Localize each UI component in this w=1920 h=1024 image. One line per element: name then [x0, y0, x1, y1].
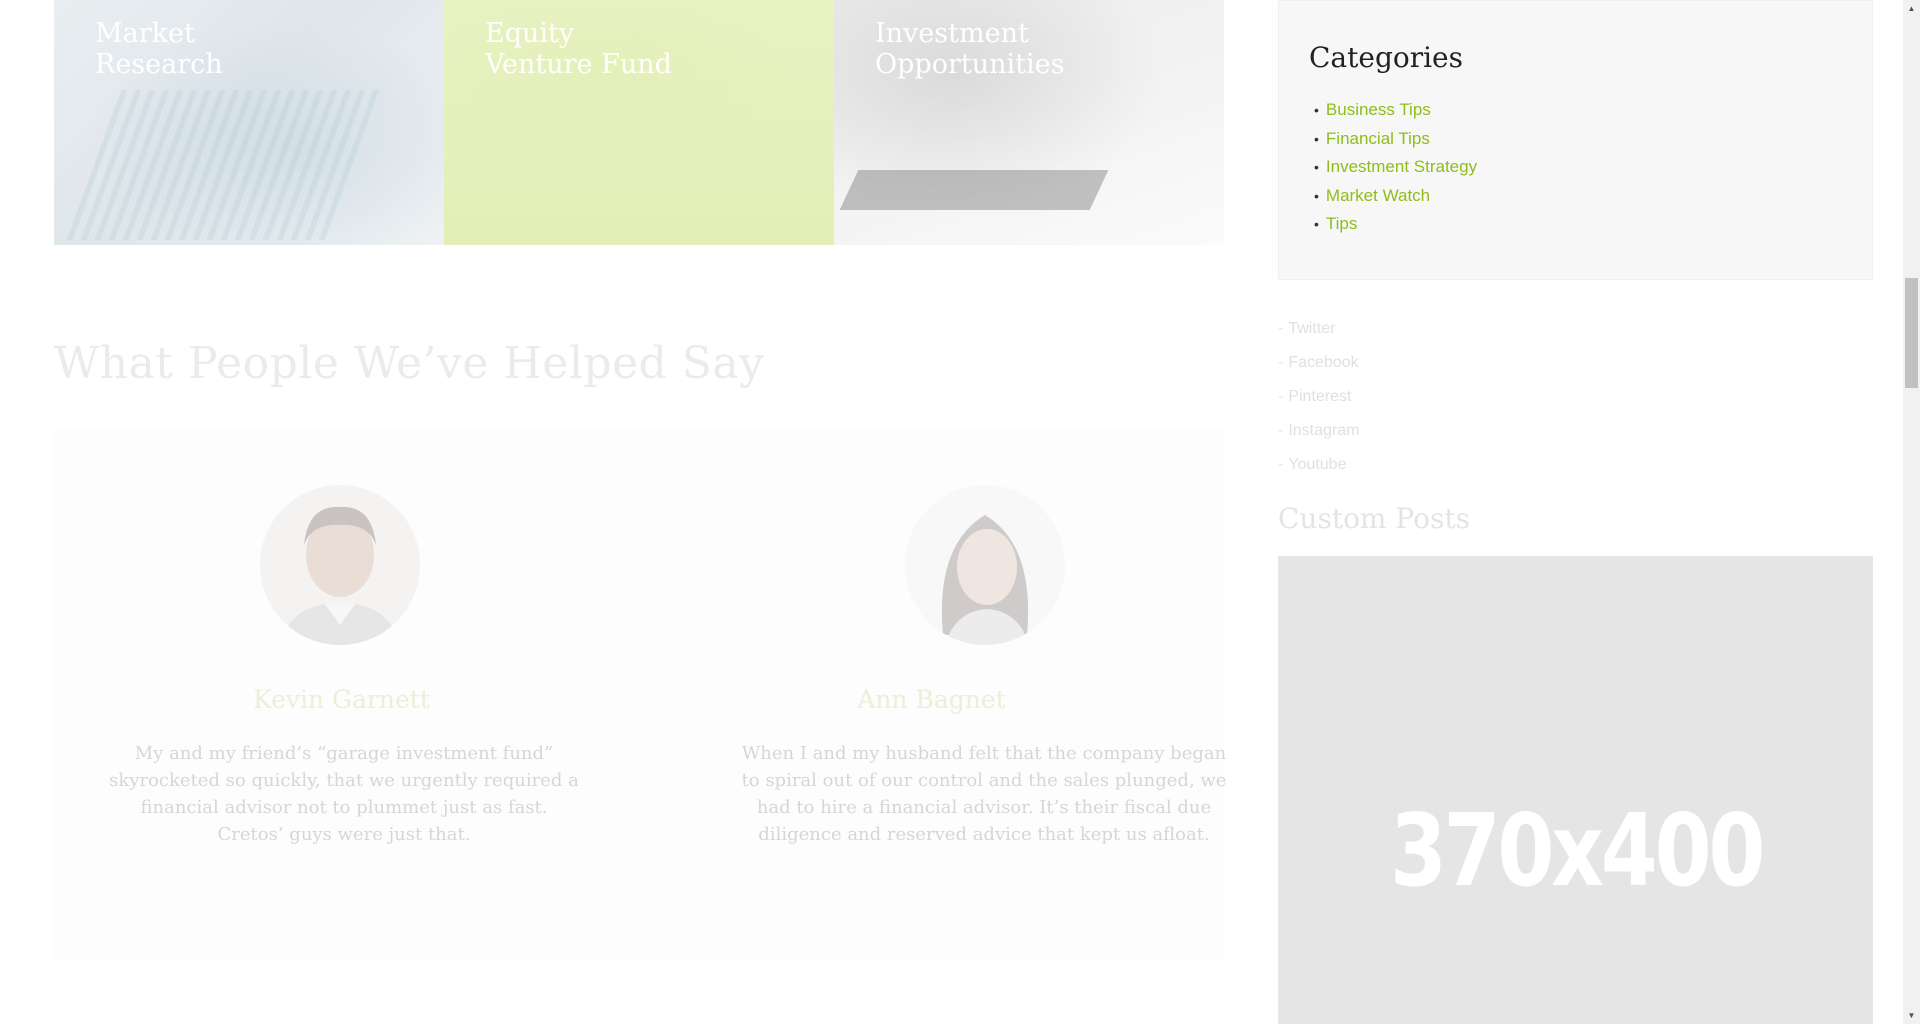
- list-item: • Business Tips: [1314, 96, 1477, 125]
- list-item: - Pinterest: [1278, 380, 1359, 414]
- social-link-pinterest[interactable]: Pinterest: [1288, 388, 1351, 406]
- list-item: - Twitter: [1278, 312, 1359, 346]
- custom-post-image[interactable]: 370x400: [1278, 556, 1873, 1024]
- list-item: • Tips: [1314, 210, 1477, 239]
- dash-icon: -: [1278, 320, 1284, 337]
- custom-posts-title: Custom Posts: [1278, 502, 1470, 535]
- page-scrollbar[interactable]: ▲ ▼: [1903, 0, 1920, 1024]
- list-item: • Market Watch: [1314, 182, 1477, 211]
- placeholder-label: 370x400: [1389, 791, 1765, 909]
- triangle-up-icon[interactable]: ▲: [1903, 0, 1920, 17]
- triangle-down-icon[interactable]: ▼: [1903, 1007, 1920, 1024]
- testimonials-panel: Kevin Garnett My and my friend’s “garage…: [54, 430, 1226, 960]
- sidebar: Categories • Business Tips • Financial T…: [1278, 0, 1873, 1024]
- list-item: • Investment Strategy: [1314, 153, 1477, 182]
- service-tiles: Market Research Equity Venture Fund Inve…: [54, 0, 1224, 245]
- list-item: - Facebook: [1278, 346, 1359, 380]
- bullet-icon: •: [1314, 216, 1319, 233]
- category-link-financial-tips[interactable]: Financial Tips: [1326, 129, 1430, 149]
- avatar: [260, 485, 420, 645]
- category-link-tips[interactable]: Tips: [1326, 214, 1358, 234]
- testimonial-card: Ann Bagnet When I and my husband felt th…: [639, 430, 1226, 960]
- list-item: - Instagram: [1278, 414, 1359, 448]
- tile-title: Equity Venture Fund: [485, 18, 672, 80]
- tile-title: Investment Opportunities: [875, 18, 1065, 80]
- categories-list: • Business Tips • Financial Tips • Inves…: [1314, 96, 1477, 239]
- tile-equity-venture-fund[interactable]: Equity Venture Fund: [444, 0, 834, 245]
- social-links: - Twitter - Facebook - Pinterest - Insta…: [1278, 312, 1359, 482]
- scrollbar-thumb[interactable]: [1905, 278, 1918, 388]
- testimonial-quote: When I and my husband felt that the comp…: [741, 743, 1227, 845]
- main-content: Market Research Equity Venture Fund Inve…: [0, 0, 1260, 1024]
- bullet-icon: •: [1314, 159, 1319, 176]
- category-link-market-watch[interactable]: Market Watch: [1326, 186, 1430, 206]
- category-link-business-tips[interactable]: Business Tips: [1326, 100, 1431, 120]
- bullet-icon: •: [1314, 187, 1319, 204]
- categories-title: Categories: [1309, 41, 1463, 74]
- dash-icon: -: [1278, 422, 1284, 439]
- social-link-instagram[interactable]: Instagram: [1288, 422, 1359, 440]
- tile-investment-opportunities[interactable]: Investment Opportunities: [834, 0, 1224, 245]
- testimonial-name: Ann Bagnet: [857, 685, 1006, 714]
- social-link-twitter[interactable]: Twitter: [1288, 320, 1335, 338]
- tile-market-research[interactable]: Market Research: [54, 0, 444, 245]
- testimonial-name: Kevin Garnett: [253, 685, 430, 714]
- avatar: [905, 485, 1065, 645]
- bullet-icon: •: [1314, 130, 1319, 147]
- dash-icon: -: [1278, 456, 1284, 473]
- bullet-icon: •: [1314, 102, 1319, 119]
- avatar-male-portrait: [260, 485, 420, 645]
- avatar-female-portrait: [905, 485, 1065, 645]
- dash-icon: -: [1278, 354, 1284, 371]
- testimonials-heading: What People We’ve Helped Say: [54, 338, 765, 389]
- tile-title: Market Research: [95, 18, 223, 80]
- dash-icon: -: [1278, 388, 1284, 405]
- category-link-investment-strategy[interactable]: Investment Strategy: [1326, 157, 1477, 177]
- social-link-youtube[interactable]: Youtube: [1288, 456, 1346, 474]
- list-item: • Financial Tips: [1314, 125, 1477, 154]
- social-link-facebook[interactable]: Facebook: [1288, 354, 1358, 372]
- testimonial-card: Kevin Garnett My and my friend’s “garage…: [54, 430, 639, 960]
- categories-widget: Categories • Business Tips • Financial T…: [1278, 0, 1873, 280]
- testimonial-quote: My and my friend’s “garage investment fu…: [109, 743, 579, 845]
- list-item: - Youtube: [1278, 448, 1359, 482]
